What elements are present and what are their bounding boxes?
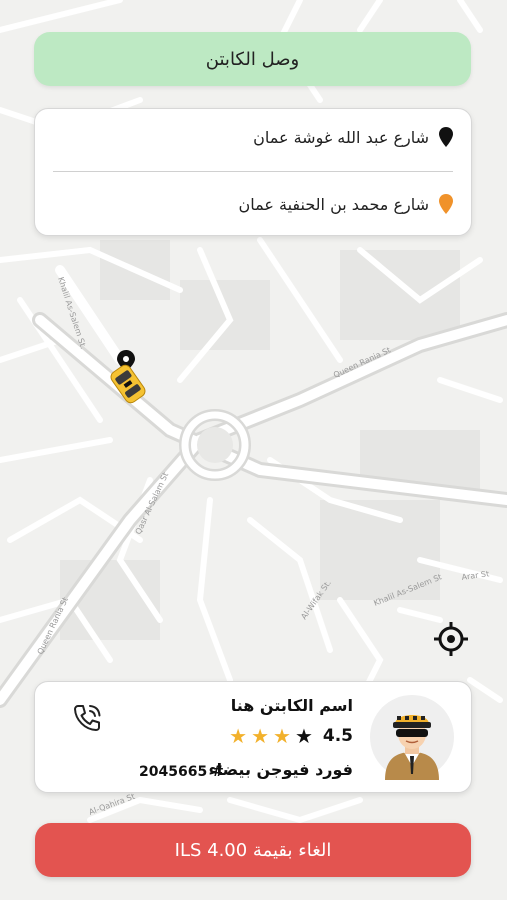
driver-name: اسم الكابتن هنا bbox=[230, 696, 353, 715]
dropoff-row[interactable]: شارع محمد بن الحنفية عمان bbox=[239, 194, 453, 214]
black-pin-icon bbox=[439, 127, 453, 147]
cancel-ride-label: الغاء بقيمة ILS 4.00 bbox=[174, 839, 332, 861]
pickup-row[interactable]: شارع عبد الله غوشة عمان bbox=[253, 127, 453, 147]
rating-value: 4.5 bbox=[322, 726, 353, 746]
star-filled-icon: ★ bbox=[273, 724, 291, 748]
dropoff-address: شارع محمد بن الحنفية عمان bbox=[238, 194, 429, 214]
driver-avatar bbox=[369, 694, 455, 780]
crosshair-icon bbox=[434, 622, 468, 656]
driver-card: اسم الكابتن هنا ★★★★★ 4.5 فورد فيوجن بيض… bbox=[34, 681, 472, 793]
phone-call-icon bbox=[74, 705, 101, 731]
driver-arrived-label: وصل الكابتن bbox=[205, 48, 300, 70]
driver-rating: ★★★★★ 4.5 bbox=[229, 726, 353, 746]
pickup-address: شارع عبد الله غوشة عمان bbox=[253, 127, 429, 147]
star-filled-icon: ★ bbox=[251, 724, 269, 748]
route-divider bbox=[53, 171, 453, 172]
route-card: شارع عبد الله غوشة عمان شارع محمد بن الح… bbox=[34, 108, 472, 236]
call-button[interactable] bbox=[69, 700, 105, 736]
orange-pin-icon bbox=[439, 194, 453, 214]
locate-button[interactable] bbox=[433, 621, 469, 657]
driver-arrived-banner: وصل الكابتن bbox=[34, 32, 471, 86]
taxi-driver-avatar-icon bbox=[370, 695, 454, 780]
star-empty-icon: ★ bbox=[294, 724, 313, 748]
cancel-ride-button[interactable]: الغاء بقيمة ILS 4.00 bbox=[35, 823, 471, 877]
star-filled-icon: ★ bbox=[229, 724, 248, 748]
plate-number: # 2045665 bbox=[139, 764, 224, 780]
car-model: فورد فيوجن بيضاء bbox=[208, 760, 353, 779]
rating-stars: ★★★★★ bbox=[229, 726, 313, 746]
